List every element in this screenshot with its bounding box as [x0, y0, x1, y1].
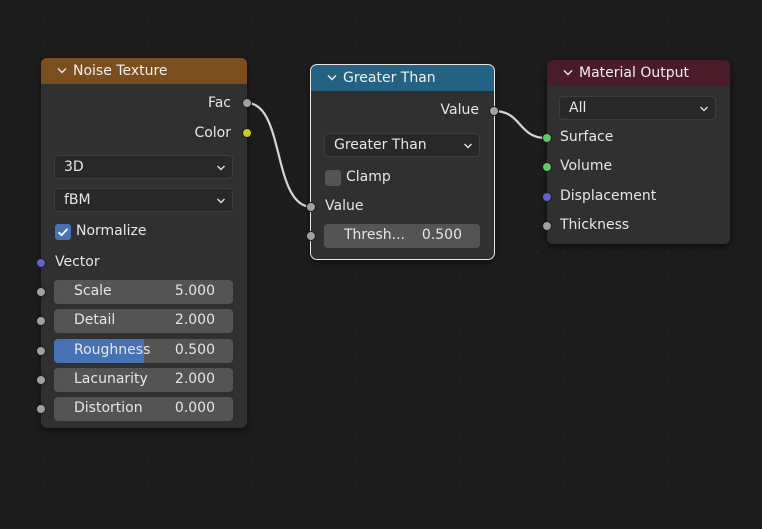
noise-type-dropdown[interactable]: fBM [54, 188, 233, 212]
operation-dropdown[interactable]: Greater Than [324, 133, 480, 157]
scale-value: 5.000 [174, 283, 215, 299]
socket-roughness-input[interactable] [36, 346, 46, 356]
socket-value-input[interactable] [306, 202, 316, 212]
material-output-node[interactable]: Material Output All Surface Volume Displ… [542, 60, 730, 244]
clamp-checkbox[interactable] [325, 170, 341, 186]
roughness-field[interactable]: Roughness 0.500 [54, 339, 233, 363]
distortion-label: Distortion [74, 400, 143, 416]
detail-value: 2.000 [174, 312, 215, 328]
lacunarity-label: Lacunarity [74, 371, 148, 387]
operation-value: Greater Than [334, 137, 427, 153]
socket-fac-output[interactable] [242, 98, 252, 108]
socket-surface-input[interactable] [542, 133, 552, 143]
lacunarity-value: 2.000 [174, 371, 215, 387]
greater-than-header[interactable]: Greater Than [311, 65, 494, 91]
normalize-label: Normalize [76, 223, 147, 239]
output-row-value: Value [311, 98, 494, 122]
scale-label: Scale [74, 283, 112, 299]
noise-texture-node[interactable]: Noise Texture Fac Color 3D fBM Normalize… [36, 58, 252, 428]
socket-detail-input[interactable] [36, 316, 46, 326]
noise-texture-header[interactable]: Noise Texture [41, 58, 247, 84]
detail-label: Detail [74, 312, 116, 328]
socket-thickness-input[interactable] [542, 221, 552, 231]
socket-displacement-input[interactable] [542, 192, 552, 202]
node-title: Greater Than [343, 70, 436, 86]
node-title: Material Output [579, 65, 689, 81]
lacunarity-field[interactable]: Lacunarity 2.000 [54, 368, 233, 392]
socket-color-output[interactable] [242, 128, 252, 138]
link-fac-to-value[interactable] [246, 101, 313, 209]
noise-type-value: fBM [64, 192, 91, 208]
dimensions-dropdown[interactable]: 3D [54, 155, 233, 179]
greater-than-node[interactable]: Greater Than Value Greater Than Clamp Va… [306, 64, 499, 260]
chevron-down-icon [700, 106, 708, 112]
target-value: All [569, 100, 587, 116]
chevron-down-icon [217, 165, 225, 171]
roughness-label: Roughness [74, 342, 151, 358]
socket-lacunarity-input[interactable] [36, 375, 46, 385]
output-label-fac: Fac [207, 95, 231, 111]
thickness-label: Thickness [560, 217, 630, 233]
vector-label: Vector [55, 254, 100, 270]
threshold-field[interactable]: Thresh... 0.500 [324, 224, 480, 248]
link-value-to-surface[interactable] [493, 109, 547, 140]
socket-volume-input[interactable] [542, 162, 552, 172]
material-output-header[interactable]: Material Output [547, 60, 730, 86]
socket-vector-input[interactable] [36, 258, 46, 268]
threshold-value: 0.500 [421, 227, 462, 243]
socket-value-output[interactable] [489, 106, 499, 116]
socket-scale-input[interactable] [36, 287, 46, 297]
distortion-value: 0.000 [174, 400, 215, 416]
chevron-down-icon[interactable] [327, 73, 337, 83]
checkmark-icon [57, 228, 69, 237]
node-title: Noise Texture [73, 63, 168, 79]
surface-label: Surface [560, 129, 614, 145]
output-row-fac: Fac [41, 91, 247, 115]
displacement-label: Displacement [560, 188, 657, 204]
output-label-value: Value [440, 102, 479, 118]
threshold-label: Thresh... [344, 227, 406, 243]
chevron-down-icon [217, 198, 225, 204]
roughness-value: 0.500 [174, 342, 215, 358]
volume-label: Volume [560, 158, 613, 174]
scale-field[interactable]: Scale 5.000 [54, 280, 233, 304]
chevron-down-icon[interactable] [57, 66, 67, 76]
normalize-checkbox[interactable] [55, 224, 71, 240]
output-row-color: Color [41, 121, 247, 145]
output-label-color: Color [194, 125, 231, 141]
target-dropdown[interactable]: All [559, 96, 716, 120]
detail-field[interactable]: Detail 2.000 [54, 309, 233, 333]
distortion-field[interactable]: Distortion 0.000 [54, 397, 233, 421]
chevron-down-icon[interactable] [563, 68, 573, 78]
chevron-down-icon [464, 143, 472, 149]
clamp-label: Clamp [346, 169, 391, 185]
dimensions-value: 3D [64, 159, 84, 175]
socket-threshold-input[interactable] [306, 231, 316, 241]
socket-distortion-input[interactable] [36, 404, 46, 414]
value-input-label: Value [325, 198, 364, 214]
